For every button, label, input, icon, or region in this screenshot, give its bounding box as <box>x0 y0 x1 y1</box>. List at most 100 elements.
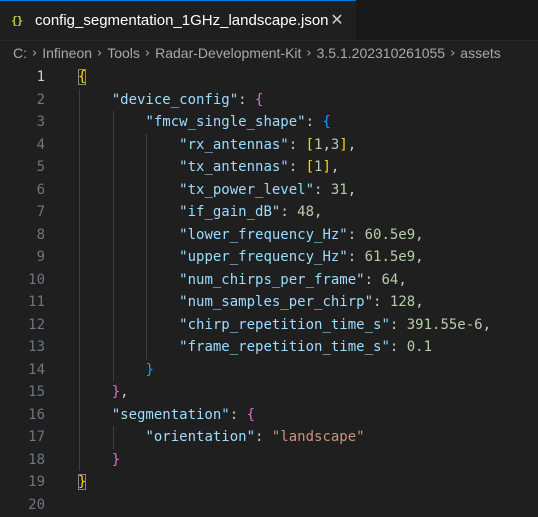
code-token: 61.5e9 <box>364 249 416 265</box>
line-number: 7 <box>36 204 45 220</box>
editor-window: {} config_segmentation_1GHz_landscape.js… <box>0 0 538 517</box>
code-line[interactable]: 14} <box>0 359 538 382</box>
code-token: , <box>347 136 357 153</box>
close-icon[interactable]: ✕ <box>327 10 347 30</box>
code-line[interactable]: 20 <box>0 494 538 517</box>
code-line[interactable]: 5 "tx_antennas": [1], <box>0 156 538 179</box>
code-token: , <box>415 294 424 310</box>
line-number: 1 <box>36 69 45 85</box>
code-token: , <box>314 204 323 220</box>
code-token: "tx_power_level" <box>179 181 315 198</box>
code-line[interactable]: 15}, <box>0 381 538 404</box>
line-number: 10 <box>28 271 45 288</box>
code-line[interactable]: 12 "chirp_repetition_time_s": 391.55e-6, <box>0 314 538 337</box>
code-token: { <box>322 114 331 130</box>
line-number: 20 <box>28 496 45 513</box>
code-token: "rx_antennas" <box>179 136 289 153</box>
code-line[interactable]: 7 "if_gain_dB": 48, <box>0 201 538 224</box>
code-token: : <box>238 91 256 108</box>
code-token: "segmentation" <box>111 406 230 423</box>
line-number: 17 <box>28 429 45 445</box>
code-line[interactable]: 1{ <box>0 66 538 89</box>
code-token: "chirp_repetition_time_s" <box>179 316 390 333</box>
code-text: "if_gain_dB": 48, <box>179 201 322 224</box>
code-token: 391.55e-6 <box>406 316 483 333</box>
code-token: , <box>415 249 424 265</box>
code-token: , <box>415 226 424 243</box>
line-number: 12 <box>28 316 45 333</box>
code-token: { <box>78 69 87 85</box>
code-text: } <box>78 471 87 494</box>
code-text: "tx_antennas": [1], <box>179 156 339 179</box>
code-line[interactable]: 13 "frame_repetition_time_s": 0.1 <box>0 336 538 359</box>
code-token: , <box>398 271 407 288</box>
line-number: 8 <box>36 226 45 243</box>
breadcrumb-item[interactable]: C: <box>13 45 27 61</box>
code-token: "tx_antennas" <box>179 159 289 175</box>
code-token: : <box>347 249 365 265</box>
tab-bar: {} config_segmentation_1GHz_landscape.js… <box>0 0 538 41</box>
code-token: 128 <box>389 294 416 310</box>
breadcrumb-item[interactable]: Tools <box>107 45 140 61</box>
code-line[interactable]: 11 "num_samples_per_chirp": 128, <box>0 291 538 314</box>
code-token: "upper_frequency_Hz" <box>179 249 348 265</box>
tab-title: config_segmentation_1GHz_landscape.json <box>35 12 329 29</box>
code-line[interactable]: 3 "fmcw_single_shape": { <box>0 111 538 134</box>
code-token: : <box>280 204 298 220</box>
code-text: { <box>78 66 87 89</box>
line-number: 19 <box>28 474 45 490</box>
code-line[interactable]: 18} <box>0 449 538 472</box>
breadcrumb-item[interactable]: assets <box>460 45 500 61</box>
line-number: 18 <box>28 451 45 468</box>
breadcrumb-item[interactable]: Radar-Development-Kit <box>155 45 301 61</box>
code-text: }, <box>112 381 129 404</box>
chevron-right-icon: › <box>144 45 151 61</box>
breadcrumb: C: › Infineon › Tools › Radar-Development-Kit ›… <box>0 41 538 65</box>
code-line[interactable]: 10 "num_chirps_per_frame": 64, <box>0 269 538 292</box>
code-line[interactable]: 16 "segmentation": { <box>0 404 538 427</box>
code-token: 0.1 <box>406 339 433 355</box>
code-text: "chirp_repetition_time_s": 391.55e-6, <box>179 314 491 337</box>
code-token: "num_samples_per_chirp" <box>179 294 374 310</box>
code-token: "frame_repetition_time_s" <box>179 339 390 355</box>
code-token: 48 <box>297 204 315 220</box>
breadcrumb-item[interactable]: 3.5.1.202310261055 <box>317 45 445 61</box>
code-token: : <box>314 181 331 198</box>
code-token: , <box>330 159 340 175</box>
line-number: 2 <box>36 91 45 108</box>
code-line[interactable]: 9 "upper_frequency_Hz": 61.5e9, <box>0 246 538 269</box>
code-text: "num_samples_per_chirp": 128, <box>179 291 423 314</box>
code-token: , <box>482 316 492 333</box>
line-number: 16 <box>28 406 45 423</box>
code-token: : <box>255 429 272 445</box>
breadcrumb-item[interactable]: Infineon <box>42 45 92 61</box>
code-text: "rx_antennas": [1,3], <box>179 134 356 157</box>
tab-config-file[interactable]: {} config_segmentation_1GHz_landscape.js… <box>0 0 356 40</box>
code-token: 64 <box>381 271 399 288</box>
code-token: , <box>322 136 331 153</box>
code-line[interactable]: 4 "rx_antennas": [1,3], <box>0 134 538 157</box>
chevron-right-icon: › <box>450 45 456 61</box>
code-token: : <box>364 271 382 288</box>
code-line[interactable]: 6 "tx_power_level": 31, <box>0 179 538 202</box>
code-token: { <box>246 406 256 423</box>
code-token: } <box>78 474 87 490</box>
code-line[interactable]: 17 "orientation": "landscape" <box>0 426 538 449</box>
code-editor[interactable]: 1{2 "device_config": {3 "fmcw_single_shape… <box>0 66 538 517</box>
code-token: "fmcw_single_shape" <box>145 114 306 130</box>
code-text: "fmcw_single_shape": { <box>145 111 330 134</box>
code-token: [ <box>305 136 315 153</box>
code-line[interactable]: 19} <box>0 471 538 494</box>
json-file-icon: {} <box>11 14 23 27</box>
indent-guide <box>112 111 114 381</box>
code-token: : <box>305 114 323 130</box>
line-number: 14 <box>28 361 45 378</box>
code-line[interactable]: 8 "lower_frequency_Hz": 60.5e9, <box>0 224 538 247</box>
code-line[interactable]: 2 "device_config": { <box>0 89 538 112</box>
code-text: "tx_power_level": 31, <box>179 179 356 202</box>
code-text: "frame_repetition_time_s": 0.1 <box>179 336 432 359</box>
code-token: : <box>389 316 407 333</box>
code-text: } <box>145 359 153 382</box>
line-number: 15 <box>28 384 45 400</box>
indent-guide <box>112 426 114 449</box>
